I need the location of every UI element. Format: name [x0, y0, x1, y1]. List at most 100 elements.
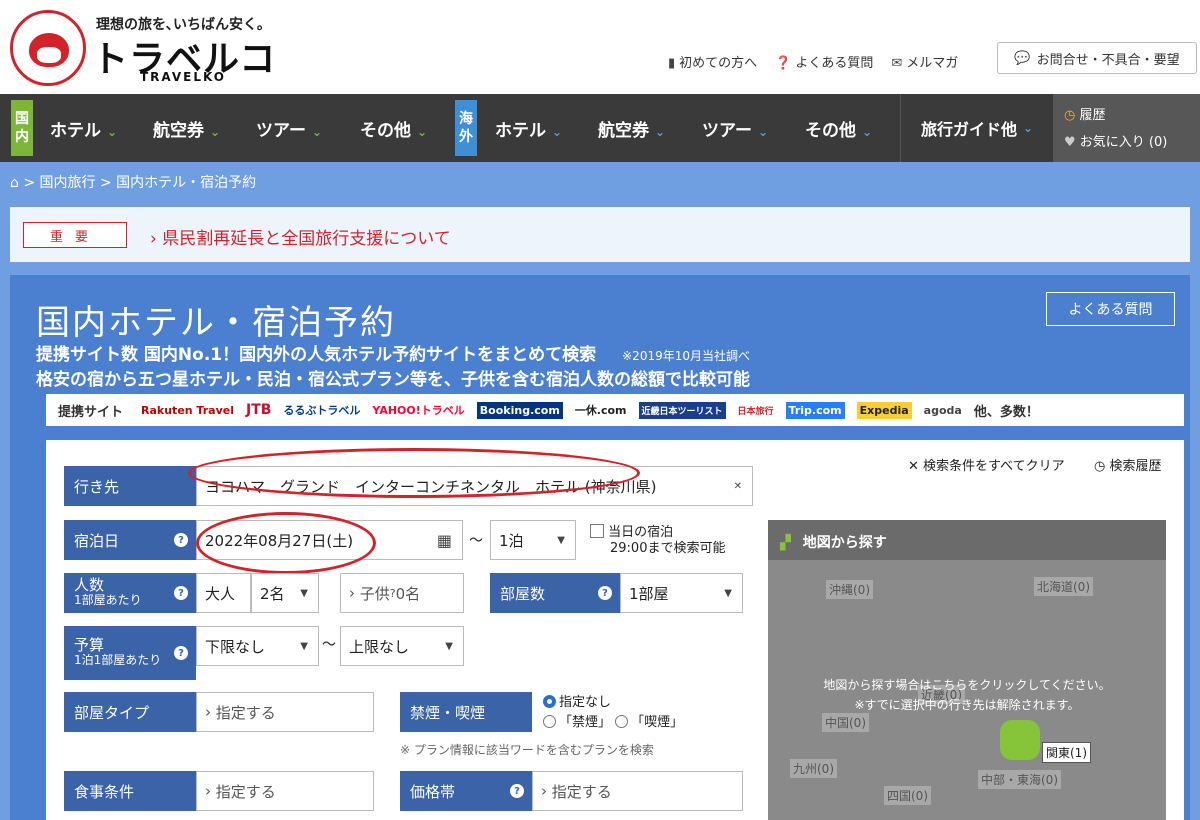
chevron-down-icon: ▼ [300, 587, 308, 599]
header-links: ▮ 初めての方へ ❓ よくある質問 ✉ メルマガ [668, 52, 958, 71]
link-first-time[interactable]: ▮ 初めての方へ [668, 52, 757, 71]
breadcrumb-current[interactable]: 国内ホテル・宿泊予約 [116, 175, 256, 191]
partner-knt: 近畿日本ツーリスト [638, 401, 726, 419]
help-icon: ? [510, 784, 524, 798]
partner-ikyu: 一休.com [574, 404, 627, 417]
smoking-radios: 指定なし 「禁煙」 「喫煙」 [543, 693, 683, 733]
mail-icon: ✉ [891, 56, 903, 71]
region-okinawa[interactable]: 沖縄(0) [826, 580, 873, 599]
faq-button[interactable]: よくある質問 [1046, 292, 1175, 326]
calendar-icon[interactable]: ▦ [437, 531, 452, 550]
search-history-link[interactable]: ◷ 検索履歴 [1094, 455, 1162, 474]
nav-intl-hotel[interactable]: ホテル ⌄ [495, 116, 562, 141]
close-icon: ✕ [908, 459, 919, 474]
history-link[interactable]: ◷ 履歴 [1064, 104, 1200, 123]
breadcrumb-domestic[interactable]: 国内旅行 [40, 175, 96, 191]
meal-select[interactable]: › 指定する [196, 771, 374, 811]
contact-button[interactable]: 💬 お問合せ・不具合・要望 [997, 42, 1197, 74]
help-icon: ? [174, 586, 188, 600]
nav-travel-guide[interactable]: 旅行ガイド他 ⌄ [900, 94, 1054, 162]
subtitle-2: 格安の宿から五つ星ホテル・民泊・宿公式プラン等を、子供を含む宿泊人数の総額で比較… [36, 370, 750, 390]
sameday-checkbox[interactable]: 当日の宿泊 29:00まで検索可能 [590, 524, 725, 557]
people-label: 人数 1部屋あたり? [64, 573, 196, 613]
nav-intl-other[interactable]: その他 ⌄ [805, 116, 872, 141]
nav-domestic-tour[interactable]: ツアー ⌄ [256, 116, 322, 141]
price-label: 価格帯? [400, 771, 532, 811]
region-kanto[interactable]: 関東(1) [1042, 742, 1091, 763]
region-chugoku[interactable]: 中国(0) [822, 713, 869, 732]
chevron-down-icon: ⌄ [417, 125, 428, 139]
home-icon[interactable]: ⌂ [10, 175, 19, 191]
main-nav: 国内 ホテル ⌄ 航空券 ⌄ ツアー ⌄ その他 ⌄ 海外 ホテル ⌄ 航空券 ⌄ ツアー ⌄… [0, 94, 1200, 162]
chevron-down-icon: ▼ [557, 534, 565, 546]
partner-nta: 日本旅行 [737, 406, 774, 417]
nav-domestic-flight[interactable]: 航空券 ⌄ [153, 116, 220, 141]
region-shikoku[interactable]: 四国(0) [884, 786, 931, 805]
region-kyushu[interactable]: 九州(0) [790, 759, 837, 778]
link-newsletter[interactable]: ✉ メルマガ [891, 52, 958, 71]
smoking-label: 禁煙・喫煙 [400, 692, 532, 732]
annotation-oval [188, 448, 640, 498]
budget-label: 予算 1泊1部屋あたり? [64, 626, 196, 680]
chevron-down-icon: ⌄ [757, 125, 769, 139]
nights-select[interactable]: 1泊 ▼ [490, 520, 576, 560]
chevron-down-icon: ⌄ [655, 125, 666, 139]
budget-min-select[interactable]: 下限なし ▼ [196, 626, 319, 666]
help-icon: ? [174, 533, 188, 547]
nav-intl-tour[interactable]: ツアー ⌄ [702, 116, 768, 141]
partner-agoda: agoda [923, 403, 962, 417]
clear-icon[interactable]: ✕ [734, 481, 742, 492]
brand-logo-en: TRAVELKO [140, 70, 226, 84]
map-instruction: 地図から探す場合はこちらをクリックしてください。 ※すでに選択中の行き先は解除され… [823, 678, 1111, 712]
partner-rurubu: るるぶトラベル [283, 404, 361, 417]
chevron-down-icon: ▼ [300, 640, 308, 652]
checkbox [590, 524, 604, 538]
page-title: 国内ホテル・宿泊予約 [36, 303, 396, 343]
partner-jtb: JTB [245, 402, 272, 418]
child-select[interactable]: › 子供? 0名 [340, 573, 464, 613]
adult-label: 大人 [196, 573, 251, 613]
site-header: 理想の旅を､いちばん安く｡ トラベルコ TRAVELKO ▮ 初めての方へ ❓ よく… [0, 0, 1200, 94]
adult-select[interactable]: 2名 ▼ [251, 573, 319, 613]
partner-yahoo: YAHOO!トラベル [372, 404, 465, 417]
annotation-oval [196, 512, 376, 574]
date-label: 宿泊日? [64, 520, 196, 560]
heart-icon: ♥ [1064, 135, 1076, 150]
nav-domestic-hotel[interactable]: ホテル ⌄ [50, 116, 117, 141]
budget-max-select[interactable]: 上限なし ▼ [340, 626, 464, 666]
kanto-highlight [1000, 720, 1040, 760]
radio-smoking[interactable]: 「喫煙」 [615, 715, 683, 730]
partner-expedia: Expedia [856, 401, 912, 419]
history-icon: ◷ [1094, 459, 1106, 474]
region-chubu[interactable]: 中部・東海(0) [978, 770, 1061, 789]
map-search[interactable]: ▞ 地図から探す 沖縄(0) 北海道(0) 中国(0) 九州(0) 近畿(0) 関… [768, 520, 1166, 820]
region-hokkaido[interactable]: 北海道(0) [1034, 577, 1093, 596]
guide-icon: ▮ [668, 56, 676, 71]
notice-link[interactable]: › 県民割再延長と全国旅行支援について [150, 224, 451, 249]
meal-label: 食事条件 [64, 771, 196, 811]
chevron-down-icon: ⌄ [1022, 121, 1034, 135]
radio-no-preference[interactable]: 指定なし [543, 693, 683, 713]
chevron-down-icon: ⌄ [107, 125, 118, 139]
important-notice: 重要 › 県民割再延長と全国旅行支援について [10, 207, 1190, 262]
price-select[interactable]: › 指定する [532, 771, 743, 811]
partner-booking: Booking.com [476, 401, 563, 419]
nav-domestic-other[interactable]: その他 ⌄ [360, 116, 427, 141]
nav-intl-flight[interactable]: 航空券 ⌄ [598, 116, 665, 141]
chevron-down-icon: ⌄ [552, 125, 563, 139]
clear-conditions-link[interactable]: ✕ 検索条件をすべてクリア [908, 455, 1065, 474]
question-icon: ❓ [775, 56, 792, 71]
radio-nonsmoking[interactable]: 「禁煙」 [543, 715, 611, 730]
roomtype-select[interactable]: › 指定する [196, 692, 374, 732]
important-tag: 重要 [23, 222, 127, 248]
link-faq[interactable]: ❓ よくある質問 [775, 52, 873, 71]
rooms-select[interactable]: 1部屋 ▼ [620, 573, 743, 613]
japan-map-icon: ▞ [780, 535, 791, 551]
chevron-down-icon: ⌄ [311, 125, 323, 139]
nav-utility: ◷ 履歴 ♥ お気に入り (0) [1054, 94, 1200, 162]
chevron-down-icon: ⌄ [862, 125, 873, 139]
clock-icon: ◷ [1064, 108, 1076, 123]
travelko-logo-icon[interactable] [10, 10, 86, 86]
favorites-link[interactable]: ♥ お気に入り (0) [1064, 131, 1200, 150]
rooms-label: 部屋数? [490, 573, 620, 613]
